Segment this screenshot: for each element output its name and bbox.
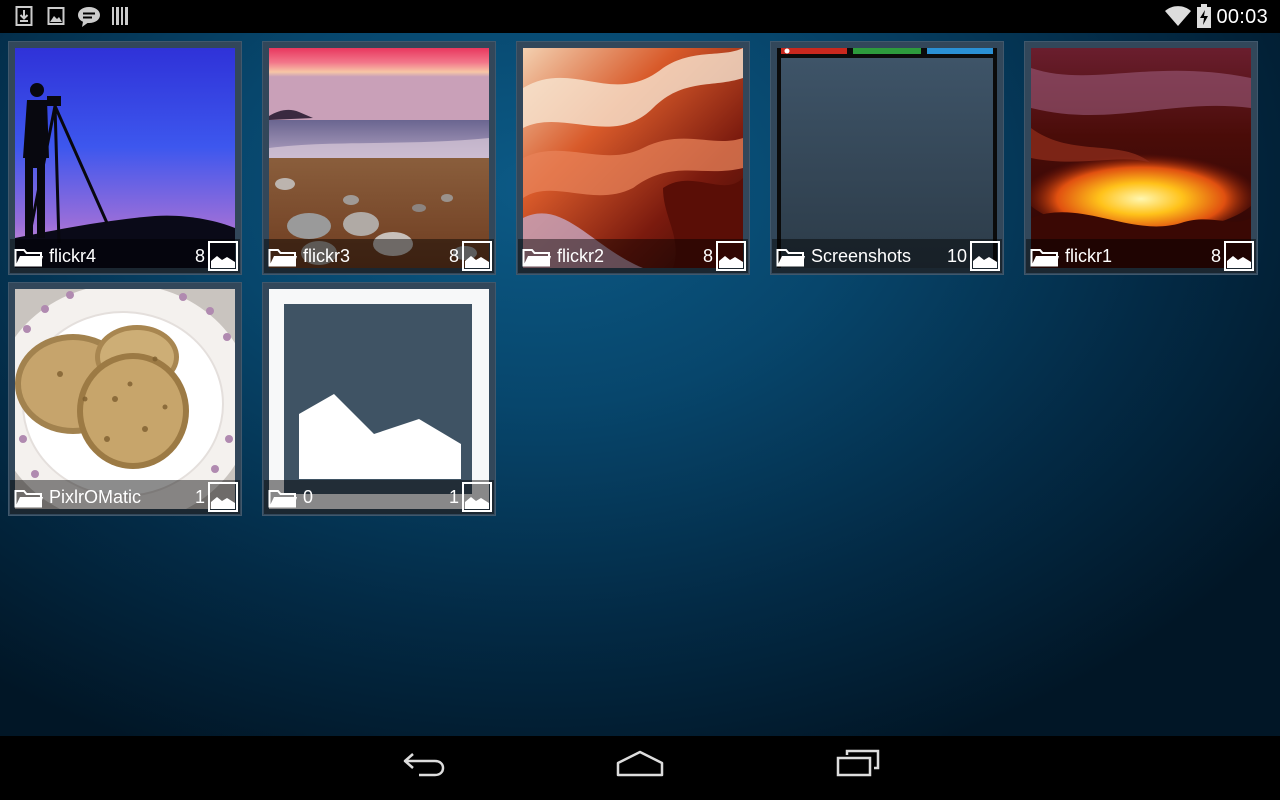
folder-icon (14, 488, 44, 513)
album-caption: flickr3 8 (264, 239, 494, 273)
chat-bubble-icon (77, 6, 101, 33)
album-tile-screenshots[interactable]: Screenshots 10 (770, 41, 1004, 275)
folder-icon (268, 247, 298, 272)
wifi-icon (1164, 5, 1192, 32)
album-count: 1 (448, 487, 459, 507)
recent-apps-icon (818, 748, 898, 778)
album-name: flickr2 (557, 246, 605, 266)
photo-type-icon (970, 241, 1000, 276)
folder-icon (522, 247, 552, 272)
album-tile-flickr1[interactable]: flickr1 8 (1024, 41, 1258, 275)
image-icon (47, 6, 65, 31)
album-caption: Screenshots 10 (772, 239, 1002, 273)
album-count: 8 (448, 246, 459, 266)
photo-type-icon (462, 482, 492, 517)
album-caption: flickr2 8 (518, 239, 748, 273)
album-thumbnail (777, 48, 997, 268)
album-tile-flickr4[interactable]: flickr4 8 (8, 41, 242, 275)
album-tile-0[interactable]: 0 1 (262, 282, 496, 516)
album-tile-flickr2[interactable]: flickr2 8 (516, 41, 750, 275)
photo-type-icon (716, 241, 746, 276)
folder-icon (268, 488, 298, 513)
album-count: 10 (946, 246, 967, 266)
photo-type-icon (208, 482, 238, 517)
download-icon (15, 6, 33, 31)
photo-type-icon (208, 241, 238, 276)
battery-charging-icon (1197, 4, 1211, 33)
album-caption: PixlrOMatic 1 (10, 480, 240, 514)
album-count: 8 (702, 246, 713, 266)
photo-type-icon (462, 241, 492, 276)
navigation-bar (0, 736, 1280, 800)
status-bar: 00:03 (0, 0, 1280, 33)
album-thumbnail (15, 48, 235, 268)
album-caption: 0 1 (264, 480, 494, 514)
back-button[interactable] (384, 748, 464, 788)
album-name: Screenshots (811, 246, 912, 266)
album-grid: flickr4 8 flickr3 8 flickr2 8 Screenshot… (0, 33, 1280, 736)
recent-apps-button[interactable] (818, 748, 898, 788)
album-name: PixlrOMatic (49, 487, 142, 507)
album-thumbnail (1031, 48, 1251, 268)
album-thumbnail (269, 48, 489, 268)
folder-icon (14, 247, 44, 272)
album-thumbnail (523, 48, 743, 268)
barcode-icon (111, 6, 129, 31)
folder-icon (1030, 247, 1060, 272)
clock: 00:03 (1216, 6, 1268, 28)
album-caption: flickr4 8 (10, 239, 240, 273)
album-thumbnail (269, 289, 489, 509)
back-icon (384, 748, 464, 778)
album-caption: flickr1 8 (1026, 239, 1256, 273)
album-name: flickr4 (49, 246, 97, 266)
album-name: 0 (303, 487, 314, 507)
folder-icon (776, 247, 806, 272)
photo-type-icon (1224, 241, 1254, 276)
album-tile-pixlromatic[interactable]: PixlrOMatic 1 (8, 282, 242, 516)
album-name: flickr1 (1065, 246, 1113, 266)
album-count: 8 (1210, 246, 1221, 266)
home-icon (600, 748, 680, 778)
album-tile-flickr3[interactable]: flickr3 8 (262, 41, 496, 275)
album-thumbnail (15, 289, 235, 509)
home-button[interactable] (600, 748, 680, 788)
album-count: 8 (194, 246, 205, 266)
album-name: flickr3 (303, 246, 351, 266)
album-count: 1 (194, 487, 205, 507)
